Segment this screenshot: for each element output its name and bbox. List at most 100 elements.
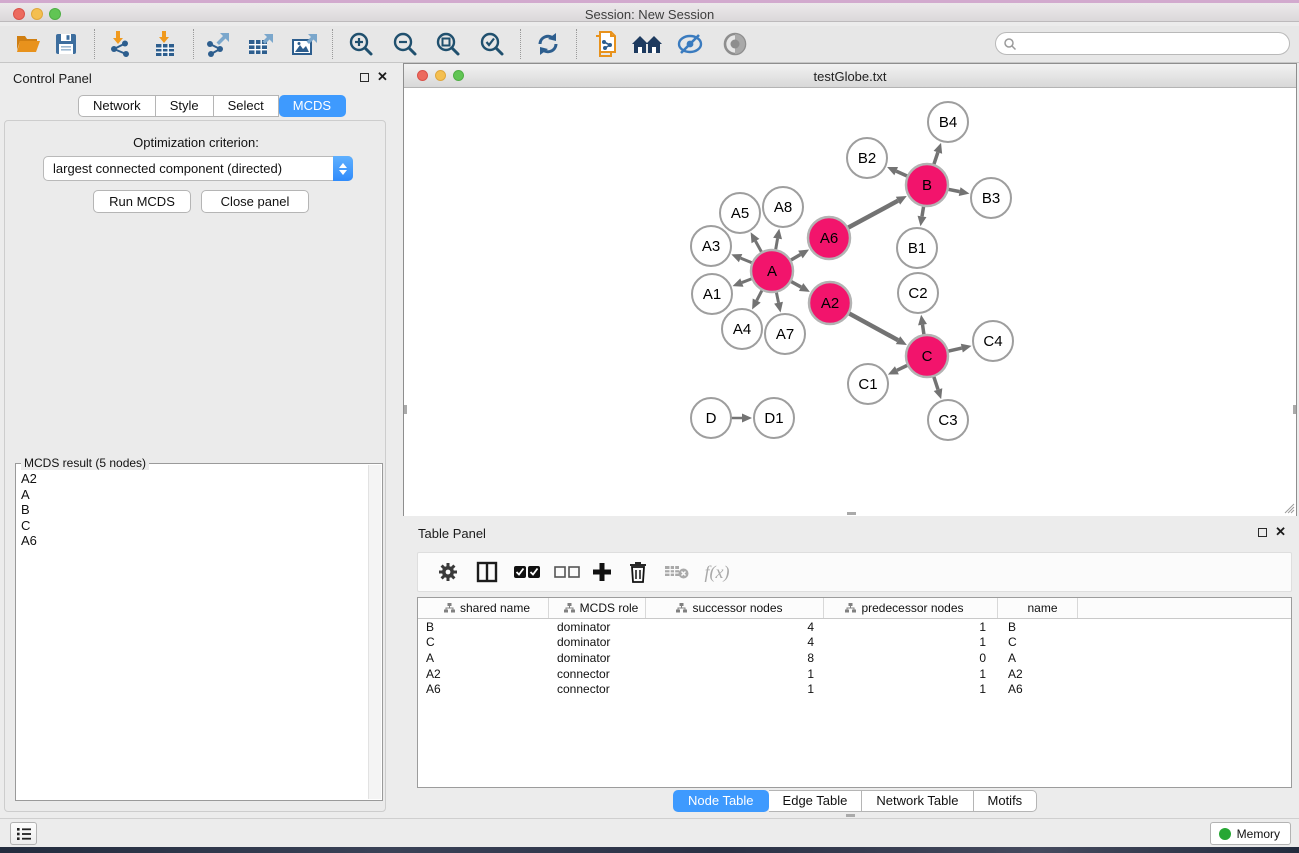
- column-header-shared-name[interactable]: shared name: [418, 598, 549, 618]
- result-item[interactable]: A: [16, 487, 382, 503]
- tab-node-table[interactable]: Node Table: [673, 790, 769, 812]
- run-mcds-button[interactable]: Run MCDS: [93, 190, 191, 213]
- edge-A6-B[interactable]: [847, 201, 898, 228]
- edge-A-A3[interactable]: [741, 258, 753, 263]
- import-network-icon[interactable]: [102, 28, 138, 60]
- task-history-button[interactable]: [10, 822, 37, 845]
- column-header-predecessor-nodes[interactable]: predecessor nodes: [824, 598, 998, 618]
- export-table-icon[interactable]: [243, 28, 279, 60]
- export-image-icon[interactable]: [287, 28, 323, 60]
- network-window-titlebar[interactable]: testGlobe.txt: [404, 64, 1296, 88]
- delete-table-icon[interactable]: [660, 553, 694, 591]
- arrowhead-icon: [773, 229, 782, 240]
- tab-network-table[interactable]: Network Table: [862, 790, 973, 812]
- edge-A-A4[interactable]: [757, 290, 763, 301]
- control-panel-close-icon[interactable]: ✕: [377, 71, 388, 82]
- control-panel-float-icon[interactable]: [360, 73, 369, 82]
- node-table: shared name MCDS role successor nodes pr…: [417, 597, 1292, 788]
- result-item[interactable]: C: [16, 518, 382, 534]
- select-all-checkboxes-icon[interactable]: [510, 553, 544, 591]
- edge-C-C2[interactable]: [923, 325, 925, 336]
- open-session-icon[interactable]: [10, 28, 46, 60]
- tab-select[interactable]: Select: [214, 95, 279, 117]
- edge-A-A6[interactable]: [790, 255, 800, 261]
- save-session-icon[interactable]: [48, 28, 84, 60]
- hide-graphics-details-icon[interactable]: [672, 28, 708, 60]
- network-window-title: testGlobe.txt: [404, 69, 1296, 84]
- desktop-background: [0, 847, 1299, 853]
- edge-B-B1[interactable]: [922, 206, 924, 217]
- right-divider-handle[interactable]: [1293, 405, 1296, 414]
- node-label-A2: A2: [821, 295, 839, 312]
- arrowhead-icon: [918, 216, 927, 227]
- network-canvas[interactable]: AA1A2A3A4A5A6A7A8BB1B2B3B4CC1C2C3C4DD1: [404, 89, 1296, 516]
- table-row[interactable]: A2connector11A2: [418, 666, 1291, 682]
- search-input[interactable]: [1017, 35, 1289, 53]
- delete-column-icon[interactable]: [621, 553, 655, 591]
- tab-style[interactable]: Style: [156, 95, 214, 117]
- edge-C-C1[interactable]: [897, 365, 908, 370]
- refresh-icon[interactable]: [530, 28, 566, 60]
- edge-A-A1[interactable]: [742, 279, 753, 283]
- duplicate-network-icon[interactable]: [587, 28, 623, 60]
- export-network-icon[interactable]: [200, 28, 236, 60]
- table-divider-handle[interactable]: [846, 814, 855, 817]
- zoom-in-icon[interactable]: [343, 28, 379, 60]
- column-header-name[interactable]: name: [998, 598, 1078, 618]
- result-item[interactable]: B: [16, 502, 382, 518]
- show-columns-icon[interactable]: [470, 553, 504, 591]
- bottom-divider-handle[interactable]: [847, 512, 856, 515]
- import-table-icon[interactable]: [147, 28, 183, 60]
- tab-mcds[interactable]: MCDS: [279, 95, 346, 117]
- table-row[interactable]: Bdominator41B: [418, 619, 1291, 635]
- tab-edge-table[interactable]: Edge Table: [769, 790, 863, 812]
- zoom-selected-icon[interactable]: [474, 28, 510, 60]
- column-header-successor-nodes[interactable]: successor nodes: [646, 598, 824, 618]
- edge-B-B3[interactable]: [948, 189, 960, 191]
- edge-C-C3[interactable]: [934, 376, 938, 390]
- attribute-icon: [564, 603, 575, 613]
- table-row[interactable]: Cdominator41C: [418, 635, 1291, 651]
- tab-network[interactable]: Network: [78, 95, 156, 117]
- node-label-B3: B3: [982, 190, 1000, 207]
- close-panel-button[interactable]: Close panel: [201, 190, 309, 213]
- tab-motifs[interactable]: Motifs: [974, 790, 1038, 812]
- zoom-out-icon[interactable]: [387, 28, 423, 60]
- show-graphics-details-icon[interactable]: [717, 28, 753, 60]
- edge-A-A8[interactable]: [776, 239, 778, 251]
- edge-A-A2[interactable]: [790, 281, 801, 287]
- application-window: Session: New Session: [0, 0, 1299, 853]
- function-builder-icon[interactable]: f(x): [700, 553, 734, 591]
- edge-A-A7[interactable]: [776, 292, 778, 303]
- edge-A-A5[interactable]: [755, 241, 761, 253]
- table-panel-close-icon[interactable]: ✕: [1275, 526, 1286, 537]
- result-item[interactable]: A6: [16, 533, 382, 549]
- left-divider-handle[interactable]: [404, 405, 407, 414]
- deselect-all-checkboxes-icon[interactable]: [550, 553, 584, 591]
- resize-grip-icon[interactable]: [1282, 501, 1295, 514]
- node-label-C: C: [922, 348, 933, 365]
- criterion-dropdown[interactable]: largest connected component (directed): [43, 156, 353, 181]
- dropdown-stepper-icon[interactable]: [333, 156, 353, 181]
- node-label-B2: B2: [858, 150, 876, 167]
- node-label-A: A: [767, 263, 777, 280]
- memory-status-icon: [1219, 828, 1231, 840]
- edge-C-C4[interactable]: [947, 348, 961, 351]
- add-column-icon[interactable]: [585, 553, 619, 591]
- result-scrollbar[interactable]: [368, 465, 381, 799]
- cytohubba-home-icon[interactable]: [629, 28, 665, 60]
- column-header-mcds-role[interactable]: MCDS role: [549, 598, 646, 618]
- zoom-fit-icon[interactable]: [430, 28, 466, 60]
- edge-A2-C[interactable]: [848, 313, 898, 340]
- table-row[interactable]: Adominator80A: [418, 650, 1291, 666]
- mcds-result-title: MCDS result (5 nodes): [21, 456, 149, 470]
- edge-B-B4[interactable]: [934, 152, 938, 165]
- edge-B-B2[interactable]: [896, 171, 908, 176]
- memory-button[interactable]: Memory: [1210, 822, 1291, 845]
- table-row[interactable]: A6connector11A6: [418, 681, 1291, 697]
- settings-gear-icon[interactable]: [431, 553, 465, 591]
- result-item[interactable]: A2: [16, 471, 382, 487]
- attribute-icon: [845, 603, 856, 613]
- table-panel-float-icon[interactable]: [1258, 528, 1267, 537]
- search-field[interactable]: [995, 32, 1290, 55]
